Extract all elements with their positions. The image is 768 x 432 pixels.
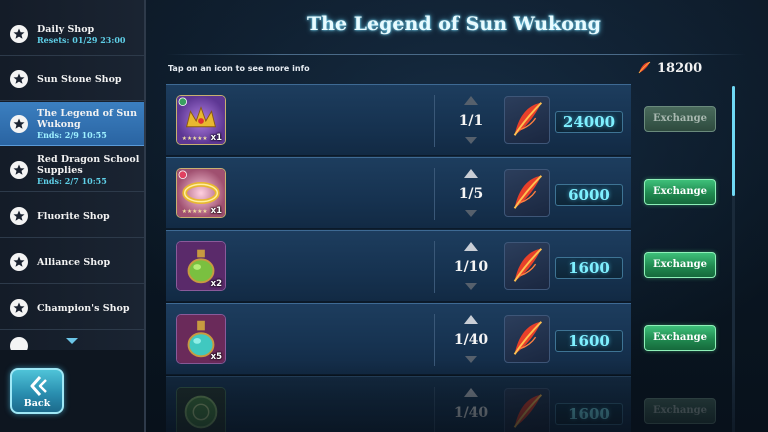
svg-text:★★★★★: ★★★★★ [182,208,208,215]
stock-count: 1/10 [453,259,489,275]
sidebar-item-label: Sun Stone Shop [37,74,122,85]
double-chevron-left-icon [30,376,47,396]
cost-amount: 1600 [555,330,623,352]
list-item: x5 1/40 1600 Exchange [166,303,716,375]
red-feather-icon [504,242,550,290]
star-badge-icon [10,114,28,133]
sidebar-item-red-dragon-school-supplies[interactable]: Red Dragon School Supplies Ends: 2/7 10:… [0,148,144,192]
green-potion-icon[interactable]: x2 [176,241,226,291]
sidebar-item-label: Fluorite Shop [37,211,110,222]
back-button-label: Back [23,398,51,409]
decrease-icon[interactable] [465,137,477,144]
red-feather-icon [504,388,550,432]
list-item: 1/40 1600 Exchange [166,376,716,432]
sidebar-item-alliance-shop[interactable]: Alliance Shop [0,240,144,284]
list-item: ★★★★★ x1 1/1 24000 Exchange [166,84,716,156]
row-divider [434,241,435,293]
sidebar-item-legend-of-sun-wukong[interactable]: The Legend of Sun Wukong Ends: 2/9 10:55 [0,102,144,146]
stock-count: 1/1 [458,113,484,129]
exchange-button[interactable]: Exchange [644,325,716,351]
item-quantity: x5 [210,352,222,362]
exchange-button[interactable]: Exchange [644,398,716,424]
cost-amount: 1600 [555,403,623,425]
list-item: ★★★★★ x1 1/5 6000 Exchange [166,157,716,229]
stock-count: 1/40 [453,332,489,348]
item-quantity: x1 [210,133,222,143]
exchange-item-list: ★★★★★ x1 1/1 24000 Exchange ★★★★★ x1 1/5… [166,84,726,432]
currency-amount: 18200 [657,60,703,76]
list-scrollbar[interactable] [732,86,735,432]
increase-icon[interactable] [464,388,478,397]
sidebar-item-timer: Ends: 2/9 10:55 [37,130,107,140]
exchange-button[interactable]: Exchange [644,252,716,278]
sidebar-item-timer: Ends: 2/7 10:55 [37,176,107,186]
decrease-icon[interactable] [465,356,477,363]
red-feather-icon [504,315,550,363]
golden-headband-icon[interactable]: ★★★★★ x1 [176,168,226,218]
sidebar-scroll-down-icon[interactable] [66,338,78,344]
sidebar-item-label: Champion's Shop [37,303,130,314]
sidebar-item-daily-shop[interactable]: Daily Shop Resets: 01/29 23:00 [0,12,144,56]
sidebar-item-sun-stone-shop[interactable]: Sun Stone Shop [0,57,144,101]
row-divider [434,95,435,147]
svg-text:★★★★★: ★★★★★ [182,135,208,142]
title-divider [166,54,746,55]
decrease-icon[interactable] [465,210,477,217]
star-badge-icon [10,160,28,179]
increase-icon[interactable] [464,169,478,178]
star-badge-icon [10,298,28,317]
row-divider [434,387,435,432]
exchange-button[interactable]: Exchange [644,179,716,205]
red-feather-icon [638,61,651,74]
sidebar-item-label: The Legend of Sun Wukong [37,108,138,130]
star-badge-icon [10,206,28,225]
increase-icon[interactable] [464,242,478,251]
row-divider [434,168,435,220]
star-badge-icon [10,337,28,350]
item-quantity: x2 [210,279,222,289]
page-title: The Legend of Sun Wukong [307,13,601,35]
green-token-icon[interactable] [176,387,226,432]
hint-text: Tap on an icon to see more info [168,64,310,73]
item-quantity: x1 [210,206,222,216]
back-button[interactable]: Back [10,368,64,414]
star-badge-icon [10,69,28,88]
cost-amount: 1600 [555,257,623,279]
shop-sidebar[interactable]: Daily Shop Resets: 01/29 23:00 Sun Stone… [0,0,146,350]
sidebar-item-timer: Resets: 01/29 23:00 [37,35,126,45]
stock-count: 1/5 [458,186,484,202]
currency-display: 18200 [636,59,716,77]
exchange-button[interactable]: Exchange [644,106,716,132]
red-feather-icon [504,169,550,217]
cost-amount: 24000 [555,111,623,133]
increase-icon[interactable] [464,96,478,105]
sidebar-item-champions-shop[interactable]: Champion's Shop [0,286,144,330]
sidebar-item-label: Red Dragon School Supplies [37,154,140,176]
cost-amount: 6000 [555,184,623,206]
star-badge-icon [10,24,28,43]
star-badge-icon [10,252,28,271]
list-item: x2 1/10 1600 Exchange [166,230,716,302]
blue-potion-icon[interactable]: x5 [176,314,226,364]
decrease-icon[interactable] [465,283,477,290]
row-divider [434,314,435,366]
golden-crown-icon[interactable]: ★★★★★ x1 [176,95,226,145]
increase-icon[interactable] [464,315,478,324]
sidebar-item-label: Alliance Shop [37,257,111,268]
scrollbar-thumb[interactable] [732,86,735,196]
stock-count: 1/40 [453,405,489,421]
red-feather-icon [504,96,550,144]
sidebar-item-fluorite-shop[interactable]: Fluorite Shop [0,194,144,238]
sidebar-item-label: Daily Shop [37,24,95,35]
